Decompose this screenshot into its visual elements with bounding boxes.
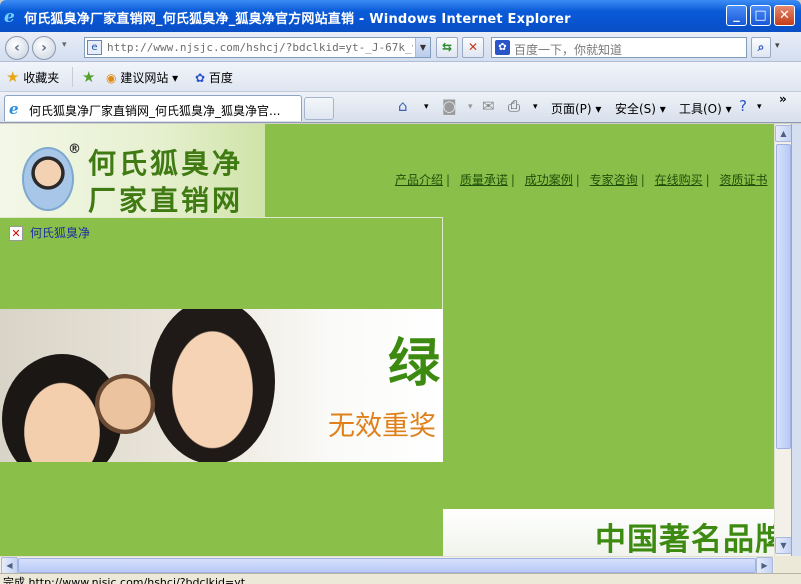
nav-link-quality[interactable]: 质量承诺: [460, 173, 508, 187]
title-bar: e 何氏狐臭净厂家直销网_何氏狐臭净_狐臭净官方网站直销 - Windows I…: [0, 0, 801, 32]
top-navigation: 产品介绍 | 质量承诺 | 成功案例 | 专家咨询 | 在线购买 | 资质证书: [395, 171, 767, 188]
logo-title-line2: 厂家直销网: [88, 184, 244, 217]
home-dropdown-icon[interactable]: ▾: [424, 102, 429, 112]
status-bar: 完成 http://www.njsjc.com/hshcj/?bdclkid=y…: [0, 573, 801, 584]
history-dropdown-icon[interactable]: ▾: [62, 40, 67, 50]
nav-link-consult[interactable]: 专家咨询: [590, 173, 638, 187]
horizontal-scrollbar[interactable]: ◀ ▶: [0, 556, 774, 574]
address-toolbar: ‹ › ▾ e http://www.njsjc.com/hshcj/?bdcl…: [0, 32, 801, 62]
feeds-dropdown-icon[interactable]: ▾: [468, 102, 473, 112]
command-bar: e 何氏狐臭净厂家直销网_何氏狐臭净_狐臭净官... ⌂ ▾ ◙ ▾ ✉ ⎙ ▾…: [0, 92, 801, 123]
logo-title-line1: 何氏狐臭净: [88, 147, 244, 180]
nav-link-cases[interactable]: 成功案例: [525, 173, 573, 187]
scroll-corner: [774, 556, 801, 573]
tab-current[interactable]: e 何氏狐臭净厂家直销网_何氏狐臭净_狐臭净官...: [4, 95, 302, 121]
mail-icon[interactable]: ✉: [482, 97, 495, 115]
close-button[interactable]: ✕: [774, 5, 795, 26]
refresh-button[interactable]: ⇆: [436, 37, 458, 58]
horizontal-scroll-thumb[interactable]: [18, 558, 756, 573]
chevron-more-icon[interactable]: »: [779, 92, 787, 106]
safety-menu[interactable]: 安全(S) ▾: [615, 100, 666, 117]
banner-girl-photo: [150, 309, 275, 462]
page-viewport: ® 何氏狐臭净 厂家直销网 产品介绍 | 质量承诺 | 成功案例 | 专家咨询 | 在线…: [0, 124, 774, 556]
print-dropdown-icon[interactable]: ▾: [533, 102, 538, 112]
page-icon: e: [87, 40, 102, 55]
scroll-up-icon[interactable]: ▲: [775, 125, 792, 142]
tab-ie-icon: e: [9, 100, 19, 118]
founder-portrait: [22, 147, 74, 211]
vertical-scrollbar[interactable]: ▲ ▼: [774, 124, 792, 556]
banner-subline: 无效重奖: [328, 411, 436, 442]
ie-logo-icon: e: [4, 7, 15, 27]
broken-image-icon: ✕: [9, 226, 23, 241]
help-icon[interactable]: ?: [739, 97, 747, 115]
window-frame-right: [791, 124, 801, 556]
address-dropdown-icon[interactable]: ▼: [415, 38, 430, 57]
banner-headline: 绿: [388, 334, 441, 394]
image-alt-text: 何氏狐臭净: [30, 226, 91, 240]
baidu-icon: ✿: [495, 40, 510, 55]
forward-button[interactable]: ›: [32, 36, 56, 60]
suggested-sites-icon: ◉: [106, 71, 117, 85]
search-button[interactable]: ⌕: [751, 37, 771, 58]
tools-menu[interactable]: 工具(O) ▾: [679, 100, 732, 117]
nav-link-buy[interactable]: 在线购买: [655, 173, 703, 187]
suggested-sites-link[interactable]: ◉ 建议网站 ▾: [106, 69, 178, 86]
favorites-star-icon: ★: [6, 68, 20, 86]
brand-banner[interactable]: 中国著名品牌: [443, 509, 774, 556]
help-dropdown-icon[interactable]: ▾: [757, 102, 762, 112]
separator: [72, 67, 73, 87]
broken-image[interactable]: ✕ 何氏狐臭净: [0, 217, 443, 309]
stop-button[interactable]: ✕: [462, 37, 484, 58]
new-tab-button[interactable]: [304, 97, 334, 120]
minimize-button[interactable]: _: [726, 5, 747, 26]
search-options-icon[interactable]: ▾: [775, 41, 780, 51]
brand-banner-text: 中国著名品牌: [595, 522, 774, 556]
print-icon[interactable]: ⎙: [508, 97, 520, 115]
banner-child-photo: [95, 374, 155, 434]
scroll-right-icon[interactable]: ▶: [756, 557, 773, 574]
scroll-down-icon[interactable]: ▼: [775, 537, 792, 554]
baidu-link[interactable]: ✿ 百度: [195, 69, 233, 86]
nav-link-certificates[interactable]: 资质证书: [719, 173, 767, 187]
window-title: 何氏狐臭净厂家直销网_何氏狐臭净_狐臭净官方网站直销 - Windows Int…: [24, 12, 571, 27]
status-text: 完成 http://www.njsjc.com/hshcj/?bdclkid=y…: [3, 576, 246, 584]
nav-separator: |: [510, 173, 515, 187]
search-input[interactable]: ✿ 百度一下，你就知道: [491, 37, 747, 58]
favorites-button[interactable]: ★ 收藏夹: [6, 68, 59, 86]
page-menu[interactable]: 页面(P) ▾: [551, 100, 601, 117]
back-button[interactable]: ‹: [5, 36, 29, 60]
favorites-bar: ★ 收藏夹 ★ ◉ 建议网站 ▾ ✿ 百度: [0, 62, 801, 92]
address-field[interactable]: e http://www.njsjc.com/hshcj/?bdclkid=yt…: [84, 37, 431, 58]
nav-link-products[interactable]: 产品介绍: [395, 173, 443, 187]
feeds-icon[interactable]: ◙: [442, 97, 457, 115]
promo-banner[interactable]: 绿 无效重奖: [0, 309, 443, 462]
nav-separator: |: [705, 173, 710, 187]
registered-mark: ®: [68, 142, 81, 157]
baidu-paw-icon: ✿: [195, 71, 206, 85]
add-favorites-icon[interactable]: ★: [82, 68, 95, 86]
search-placeholder: 百度一下，你就知道: [514, 43, 623, 57]
tab-label: 何氏狐臭净厂家直销网_何氏狐臭净_狐臭净官...: [29, 104, 281, 118]
nav-separator: |: [446, 173, 451, 187]
home-icon[interactable]: ⌂: [398, 97, 408, 115]
nav-separator: |: [640, 173, 645, 187]
site-logo[interactable]: ® 何氏狐臭净 厂家直销网: [0, 124, 265, 217]
url-text[interactable]: http://www.njsjc.com/hshcj/?bdclkid=yt-_…: [107, 41, 413, 54]
vertical-scroll-thumb[interactable]: [776, 144, 791, 449]
scroll-left-icon[interactable]: ◀: [1, 557, 18, 574]
nav-separator: |: [575, 173, 580, 187]
maximize-button[interactable]: □: [750, 5, 771, 26]
